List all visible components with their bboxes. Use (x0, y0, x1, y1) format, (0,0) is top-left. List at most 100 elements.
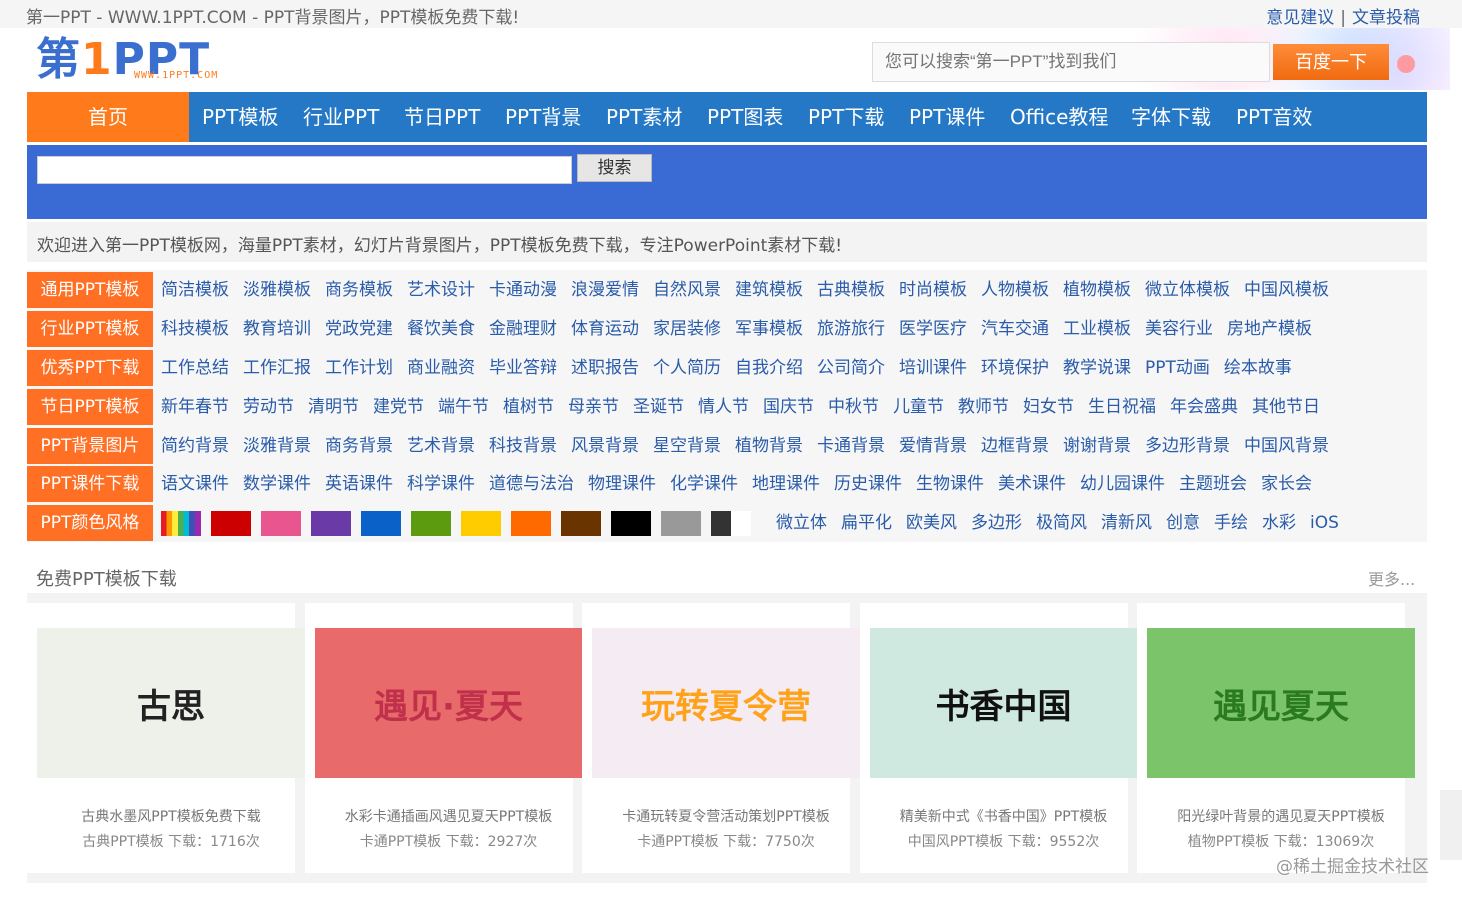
category-link[interactable]: PPT动画 (1145, 358, 1210, 378)
category-link[interactable]: 幼儿园课件 (1080, 474, 1165, 494)
color-swatch[interactable] (361, 511, 401, 536)
category-link[interactable]: 教师节 (958, 397, 1009, 417)
style-link[interactable]: 水彩 (1262, 513, 1296, 533)
category-link[interactable]: 古典模板 (817, 280, 885, 300)
style-link[interactable]: 极简风 (1036, 513, 1087, 533)
side-widget[interactable] (1440, 790, 1462, 860)
category-link[interactable]: 培训课件 (899, 358, 967, 378)
category-link[interactable]: 公司简介 (817, 358, 885, 378)
category-link[interactable]: 工作总结 (161, 358, 229, 378)
category-link[interactable]: 艺术背景 (407, 436, 475, 456)
style-link[interactable]: iOS (1310, 513, 1339, 533)
category-link[interactable]: 道德与法治 (489, 474, 574, 494)
category-link[interactable]: 餐饮美食 (407, 319, 475, 339)
category-label[interactable]: 优秀PPT下载 (27, 350, 153, 386)
category-link[interactable]: 工作计划 (325, 358, 393, 378)
category-label[interactable]: PPT颜色风格 (27, 505, 153, 541)
category-label[interactable]: 行业PPT模板 (27, 311, 153, 347)
color-swatch[interactable] (161, 511, 201, 536)
category-link[interactable]: 淡雅模板 (243, 280, 311, 300)
category-link[interactable]: 中秋节 (828, 397, 879, 417)
color-swatch[interactable] (511, 511, 551, 536)
style-link[interactable]: 微立体 (776, 513, 827, 533)
category-link[interactable]: 生日祝福 (1088, 397, 1156, 417)
category-link[interactable]: 其他节日 (1252, 397, 1320, 417)
color-swatch[interactable] (561, 511, 601, 536)
category-link[interactable]: 母亲节 (568, 397, 619, 417)
category-link[interactable]: 工业模板 (1063, 319, 1131, 339)
template-card[interactable]: 遇见·夏天 水彩卡通插画风遇见夏天PPT模板 卡通PPT模板 下载：2927次 (304, 603, 583, 873)
template-thumbnail[interactable]: 玩转夏令营 (592, 628, 860, 778)
template-card[interactable]: 遇见夏天 阳光绿叶背景的遇见夏天PPT模板 植物PPT模板 下载：13069次 (1137, 603, 1415, 873)
style-link[interactable]: 清新风 (1101, 513, 1152, 533)
category-link[interactable]: 商务背景 (325, 436, 393, 456)
category-link[interactable]: 端午节 (438, 397, 489, 417)
site-search-input[interactable] (37, 156, 572, 184)
template-title[interactable]: 水彩卡通插画风遇见夏天PPT模板 (305, 806, 593, 826)
site-search-button[interactable]: 搜索 (577, 154, 652, 182)
category-link[interactable]: 美容行业 (1145, 319, 1213, 339)
category-link[interactable]: 淡雅背景 (243, 436, 311, 456)
category-link[interactable]: 地理课件 (752, 474, 820, 494)
nav-item-holiday-ppt[interactable]: 节日PPT (404, 92, 480, 142)
template-thumbnail[interactable]: 遇见夏天 (1147, 628, 1415, 778)
category-link[interactable]: 儿童节 (893, 397, 944, 417)
style-link[interactable]: 手绘 (1214, 513, 1248, 533)
color-swatch[interactable] (261, 511, 301, 536)
category-link[interactable]: 年会盛典 (1170, 397, 1238, 417)
nav-item-ppt-materials[interactable]: PPT素材 (606, 92, 682, 142)
more-link[interactable]: 更多... (1368, 566, 1415, 590)
category-link[interactable]: 化学课件 (670, 474, 738, 494)
category-link[interactable]: 数学课件 (243, 474, 311, 494)
feedback-link[interactable]: 意见建议 (1266, 8, 1334, 28)
category-link[interactable]: 卡通背景 (817, 436, 885, 456)
site-logo[interactable]: 第1PPT WWW.1PPT.COM (36, 36, 246, 84)
style-link[interactable]: 欧美风 (906, 513, 957, 533)
category-link[interactable]: 多边形背景 (1145, 436, 1230, 456)
nav-item-ppt-charts[interactable]: PPT图表 (707, 92, 783, 142)
category-link[interactable]: 生物课件 (916, 474, 984, 494)
category-link[interactable]: 汽车交通 (981, 319, 1049, 339)
category-label[interactable]: PPT课件下载 (27, 466, 153, 502)
category-link[interactable]: 述职报告 (571, 358, 639, 378)
category-link[interactable]: 清明节 (308, 397, 359, 417)
template-card[interactable]: 书香中国 精美新中式《书香中国》PPT模板 中国风PPT模板 下载：9552次 (859, 603, 1138, 873)
category-link[interactable]: 教育培训 (243, 319, 311, 339)
template-thumbnail[interactable]: 书香中国 (869, 628, 1138, 778)
category-link[interactable]: 情人节 (698, 397, 749, 417)
category-link[interactable]: 家长会 (1261, 474, 1312, 494)
nav-item-industry-ppt[interactable]: 行业PPT (303, 92, 379, 142)
category-link[interactable]: 环境保护 (981, 358, 1049, 378)
category-link[interactable]: 建筑模板 (735, 280, 803, 300)
color-swatch[interactable] (661, 511, 701, 536)
category-link[interactable]: 商业融资 (407, 358, 475, 378)
category-link[interactable]: 劳动节 (243, 397, 294, 417)
nav-item-ppt-courseware[interactable]: PPT课件 (909, 92, 985, 142)
template-card[interactable]: 玩转夏令营 卡通玩转夏令营活动策划PPT模板 卡通PPT模板 下载：7750次 (582, 603, 860, 873)
category-link[interactable]: 自然风景 (653, 280, 721, 300)
category-link[interactable]: 科技模板 (161, 319, 229, 339)
template-thumbnail[interactable]: 遇见·夏天 (314, 628, 583, 778)
category-link[interactable]: 新年春节 (161, 397, 229, 417)
style-link[interactable]: 多边形 (971, 513, 1022, 533)
template-title[interactable]: 阳光绿叶背景的遇见夏天PPT模板 (1137, 806, 1425, 826)
submit-article-link[interactable]: 文章投稿 (1352, 8, 1420, 28)
category-link[interactable]: 体育运动 (571, 319, 639, 339)
category-link[interactable]: 妇女节 (1023, 397, 1074, 417)
nav-item-font-downloads[interactable]: 字体下载 (1131, 92, 1211, 142)
category-link[interactable]: 圣诞节 (633, 397, 684, 417)
category-label[interactable]: 节日PPT模板 (27, 389, 153, 425)
category-link[interactable]: 党政党建 (325, 319, 393, 339)
nav-item-office-tutorials[interactable]: Office教程 (1010, 92, 1108, 142)
color-swatch[interactable] (211, 511, 251, 536)
category-link[interactable]: 英语课件 (325, 474, 393, 494)
category-link[interactable]: 科学课件 (407, 474, 475, 494)
color-swatch[interactable] (711, 511, 751, 536)
category-link[interactable]: 爱情背景 (899, 436, 967, 456)
color-swatch[interactable] (461, 511, 501, 536)
category-link[interactable]: 微立体模板 (1145, 280, 1230, 300)
category-link[interactable]: 植物模板 (1063, 280, 1131, 300)
category-link[interactable]: 家居装修 (653, 319, 721, 339)
category-link[interactable]: 植树节 (503, 397, 554, 417)
color-swatch[interactable] (311, 511, 351, 536)
